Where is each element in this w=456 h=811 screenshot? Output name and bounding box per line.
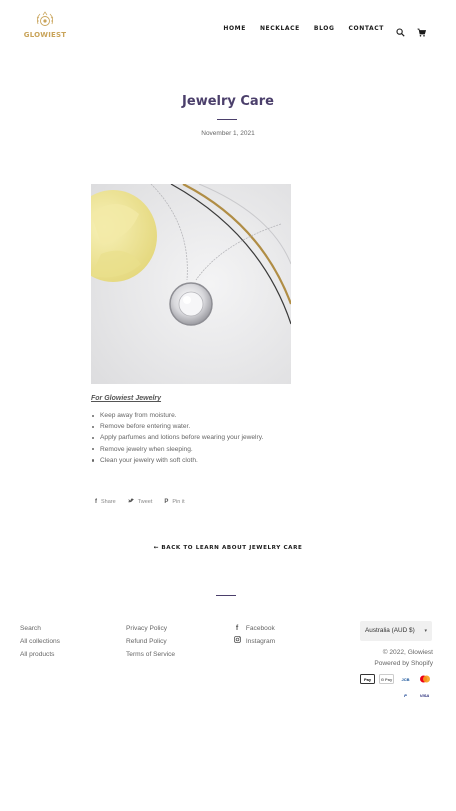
payment-icons: Pay G Pay JCB P VISA [340, 674, 432, 706]
visa-icon: VISA [419, 692, 430, 698]
list-item: Clean your jewelry with soft cloth. [91, 455, 263, 466]
nav-blog[interactable]: BLOG [314, 25, 335, 32]
share-facebook-button[interactable]: f Share [95, 499, 116, 505]
footer-link-privacy-policy[interactable]: Privacy Policy [126, 622, 175, 635]
list-item: Apply parfumes and lotions before wearin… [91, 432, 263, 443]
footer-link-facebook[interactable]: f Facebook [233, 622, 275, 635]
main-nav: HOME NECKLACE BLOG CONTACT [209, 24, 427, 37]
article-image [91, 184, 291, 384]
currency-selector-value: Australia (AUD $) [365, 627, 415, 634]
article-title: Jewelry Care [182, 94, 274, 109]
logo-text: GLOWIEST [23, 31, 67, 39]
footer-links-column-1: Search All collections All products [20, 622, 60, 661]
footer-link-all-collections[interactable]: All collections [20, 635, 60, 648]
share-pinterest-button[interactable]: P Pin it [164, 499, 184, 505]
facebook-icon: f [95, 498, 97, 505]
nav-necklace[interactable]: NECKLACE [260, 25, 300, 32]
cart-icon[interactable] [417, 24, 427, 37]
footer-link-terms-of-service[interactable]: Terms of Service [126, 648, 175, 661]
footer-link-refund-policy[interactable]: Refund Policy [126, 635, 175, 648]
twitter-icon [127, 498, 134, 505]
back-to-blog-link[interactable]: ← BACK TO LEARN ABOUT JEWELRY CARE [0, 545, 456, 551]
title-divider [217, 119, 237, 120]
footer-link-instagram[interactable]: Instagram [233, 635, 275, 648]
share-twitter-button[interactable]: Tweet [127, 498, 152, 505]
footer-link-search[interactable]: Search [20, 622, 60, 635]
apple-pay-icon: Pay [360, 674, 375, 684]
list-item: Remove jewelry when sleeping. [91, 444, 263, 455]
footer-divider [216, 595, 236, 596]
google-pay-icon: G Pay [379, 674, 394, 684]
footer-social-column: f Facebook Instagram [233, 622, 275, 648]
jcb-icon: JCB [398, 674, 413, 684]
article-date: November 1, 2021 [201, 130, 255, 137]
copyright-text: © 2022, Glowiest [382, 649, 433, 656]
currency-selector[interactable]: Australia (AUD $) ▾ [360, 621, 432, 641]
list-item: Remove before entering water. [91, 421, 263, 432]
article-subheading: For Glowiest Jewelry [91, 395, 162, 402]
logo-emblem-icon [36, 11, 54, 26]
facebook-icon: f [235, 625, 239, 632]
logo[interactable]: GLOWIEST [22, 10, 68, 42]
instagram-icon [233, 635, 241, 648]
paypal-icon: P [404, 692, 407, 698]
powered-by-link[interactable]: Powered by Shopify [374, 660, 433, 667]
footer-link-all-products[interactable]: All products [20, 648, 60, 661]
chevron-down-icon: ▾ [424, 628, 427, 634]
nav-home[interactable]: HOME [223, 25, 246, 32]
search-icon[interactable] [396, 24, 405, 37]
footer-links-column-2: Privacy Policy Refund Policy Terms of Se… [126, 622, 175, 661]
share-buttons: f Share Tweet P Pin it [95, 498, 197, 505]
nav-contact[interactable]: CONTACT [349, 25, 385, 32]
site-header: GLOWIEST HOME NECKLACE BLOG CONTACT [0, 0, 456, 60]
mastercard-icon [417, 674, 432, 684]
list-item: Keep away from moisture. [91, 410, 263, 421]
pinterest-icon: P [164, 498, 169, 505]
care-list: Keep away from moisture. Remove before e… [91, 410, 263, 466]
